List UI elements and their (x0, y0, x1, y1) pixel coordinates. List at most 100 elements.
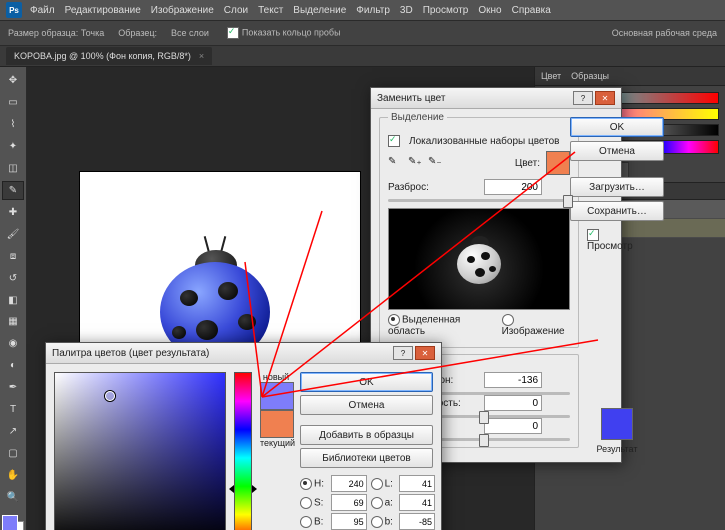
l-input[interactable] (399, 475, 435, 492)
options-bar: Размер образца: Точка Образец: Все слои … (0, 21, 725, 46)
main-menu-bar: Ps Файл Редактирование Изображение Слои … (0, 0, 725, 21)
brush-tool[interactable]: 🖌 (2, 224, 24, 244)
workspace-switcher[interactable]: Основная рабочая среда (612, 28, 717, 38)
eyedropper-icon[interactable]: ✎ (388, 156, 402, 170)
fuzziness-slider[interactable] (388, 199, 570, 202)
help-icon[interactable]: ? (573, 91, 593, 105)
eyedropper-sub-icon[interactable]: ✎₋ (428, 156, 442, 170)
radio-image-label: Изображение (502, 326, 565, 337)
menu-filter[interactable]: Фильтр (356, 5, 390, 16)
hue-slider[interactable] (234, 372, 252, 530)
pen-tool[interactable]: ✒ (2, 378, 24, 398)
show-ring-label: Показать кольцо пробы (242, 27, 341, 37)
menu-select[interactable]: Выделение (293, 5, 346, 16)
close-icon[interactable]: ✕ (415, 346, 435, 360)
hue-input[interactable] (484, 372, 542, 388)
preview-label: Просмотр (587, 241, 633, 252)
new-color-label: новый (260, 372, 292, 382)
radio-l[interactable] (371, 478, 383, 490)
magic-wand-tool[interactable]: ✦ (2, 137, 24, 157)
a-input[interactable] (399, 494, 435, 511)
radio-b[interactable] (300, 516, 312, 528)
source-color-swatch[interactable] (546, 151, 570, 175)
fuzziness-label: Разброс: (388, 182, 478, 193)
ok-button[interactable]: OK (570, 117, 664, 137)
eyedropper-tool[interactable]: ✎ (2, 181, 24, 201)
radio-selection[interactable] (388, 314, 400, 326)
close-icon[interactable]: ✕ (595, 91, 615, 105)
fuzziness-input[interactable] (484, 179, 542, 195)
color-libraries-button[interactable]: Библиотеки цветов (300, 448, 433, 468)
heal-tool[interactable]: ✚ (2, 202, 24, 222)
close-tab-icon[interactable]: × (199, 51, 204, 61)
current-color-swatch[interactable] (260, 410, 294, 438)
menu-help[interactable]: Справка (512, 5, 551, 16)
sample-size-value[interactable]: Точка (81, 28, 104, 38)
menu-view[interactable]: Просмотр (423, 5, 469, 16)
path-tool[interactable]: ↗ (2, 422, 24, 442)
radio-image[interactable] (502, 314, 514, 326)
menu-text[interactable]: Текст (258, 5, 283, 16)
marquee-tool[interactable]: ▭ (2, 93, 24, 113)
stamp-tool[interactable]: ⧈ (2, 246, 24, 266)
move-tool[interactable]: ✥ (2, 71, 24, 91)
dialog-titlebar[interactable]: Палитра цветов (цвет результата) ? ✕ (46, 343, 441, 364)
dialog-title: Палитра цветов (цвет результата) (52, 348, 393, 359)
tool-palette: ✥ ▭ ⌇ ✦ ◫ ✎ ✚ 🖌 ⧈ ↺ ◧ ▦ ◉ ◐ ✒ T ↗ ▢ ✋ 🔍 (0, 67, 27, 530)
blur-tool[interactable]: ◉ (2, 334, 24, 354)
gradient-tool[interactable]: ▦ (2, 312, 24, 332)
radio-a[interactable] (371, 497, 383, 509)
lasso-tool[interactable]: ⌇ (2, 115, 24, 135)
menu-image[interactable]: Изображение (151, 5, 214, 16)
cancel-button[interactable]: Отмена (300, 395, 433, 415)
b2-input[interactable] (399, 513, 435, 530)
preview-checkbox[interactable] (587, 229, 599, 241)
eyedropper-add-icon[interactable]: ✎₊ (408, 156, 422, 170)
tab-swatches[interactable]: Образцы (571, 71, 609, 81)
menu-file[interactable]: Файл (30, 5, 55, 16)
radio-h[interactable] (300, 478, 312, 490)
h-input[interactable] (331, 475, 367, 492)
cancel-button[interactable]: Отмена (570, 141, 664, 161)
saturation-input[interactable] (484, 395, 542, 411)
selection-group-label: Выделение (388, 112, 447, 123)
color-field[interactable] (54, 372, 226, 530)
add-to-swatches-button[interactable]: Добавить в образцы (300, 425, 433, 445)
app-logo: Ps (6, 2, 22, 18)
lightness-input[interactable] (484, 418, 542, 434)
hand-tool[interactable]: ✋ (2, 465, 24, 485)
result-color-swatch[interactable] (601, 408, 633, 440)
document-tab[interactable]: KOPOBA.jpg @ 100% (Фон копия, RGB/8*) × (6, 47, 212, 65)
new-color-swatch[interactable] (260, 382, 294, 410)
radio-b2[interactable] (371, 516, 383, 528)
save-button[interactable]: Сохранить… (570, 201, 664, 221)
current-color-label: текущий (260, 438, 292, 448)
eraser-tool[interactable]: ◧ (2, 290, 24, 310)
radio-s[interactable] (300, 497, 312, 509)
load-button[interactable]: Загрузить… (570, 177, 664, 197)
dialog-titlebar[interactable]: Заменить цвет ? ✕ (371, 88, 621, 109)
help-icon[interactable]: ? (393, 346, 413, 360)
history-brush-tool[interactable]: ↺ (2, 268, 24, 288)
localized-checkbox[interactable] (388, 135, 400, 147)
dodge-tool[interactable]: ◐ (2, 356, 24, 376)
shape-tool[interactable]: ▢ (2, 443, 24, 463)
bv-input[interactable] (331, 513, 367, 530)
menu-3d[interactable]: 3D (400, 5, 413, 16)
tab-color[interactable]: Цвет (541, 71, 561, 81)
crop-tool[interactable]: ◫ (2, 159, 24, 179)
sample-label: Образец: (118, 28, 157, 38)
s-input[interactable] (331, 494, 367, 511)
color-swatches[interactable] (2, 515, 24, 530)
foreground-swatch[interactable] (2, 515, 18, 530)
show-ring-checkbox[interactable] (227, 27, 239, 39)
menu-layers[interactable]: Слои (224, 5, 248, 16)
menu-edit[interactable]: Редактирование (65, 5, 141, 16)
type-tool[interactable]: T (2, 400, 24, 420)
sample-value[interactable]: Все слои (171, 28, 209, 38)
ok-button[interactable]: OK (300, 372, 433, 392)
result-label: Результат (597, 444, 638, 454)
zoom-tool[interactable]: 🔍 (2, 487, 24, 507)
document-tab-label: KOPOBA.jpg @ 100% (Фон копия, RGB/8*) (14, 51, 191, 61)
menu-window[interactable]: Окно (478, 5, 501, 16)
